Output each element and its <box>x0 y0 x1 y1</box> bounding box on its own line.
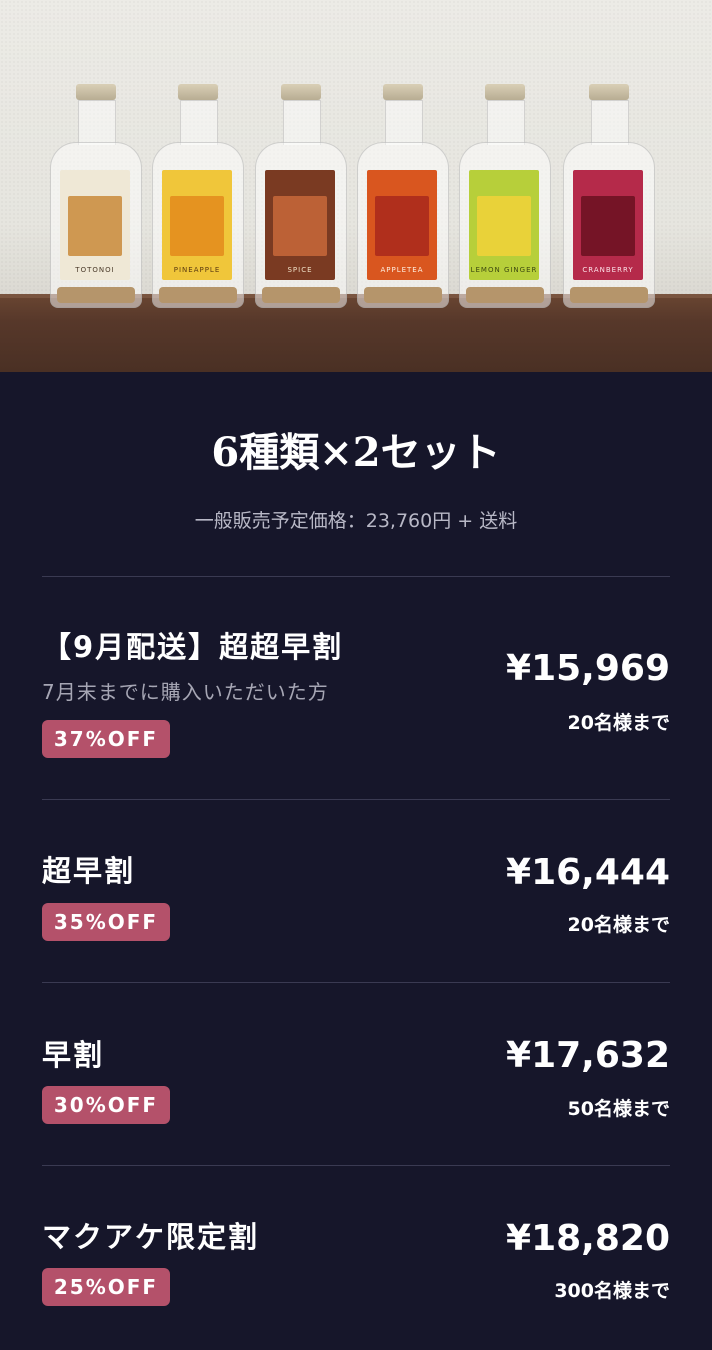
plan-quantity-limit: 20名様まで <box>567 712 670 734</box>
discount-badge: 35%OFF <box>42 903 170 941</box>
bottle-spice: SPICE <box>255 84 347 308</box>
plan-price: ¥17,632 <box>506 1035 670 1076</box>
bottle-label: LEMON GINGER <box>469 170 539 280</box>
bottle-neck <box>283 100 321 145</box>
bottle-neck <box>180 100 218 145</box>
product-photo: TOTONOI PINEAPPLE SPICE APPLETEA LEMON G… <box>0 0 712 372</box>
divider <box>42 1165 670 1166</box>
label-illustration <box>170 196 224 256</box>
bottle-cap <box>589 84 629 100</box>
plan-name: 【9月配送】超超早割 <box>42 630 344 664</box>
bottle-label: CRANBERRY <box>573 170 643 280</box>
set-title: 6種類×2セット <box>211 429 501 476</box>
plan-price: ¥15,969 <box>506 648 670 689</box>
bottle-label-text: PINEAPPLE <box>173 266 221 274</box>
plan-quantity-limit: 50名様まで <box>567 1098 670 1120</box>
plan-price: ¥18,820 <box>506 1218 670 1259</box>
divider <box>42 799 670 800</box>
bottle-label-text: TOTONOI <box>75 266 115 274</box>
bottle-cap <box>383 84 423 100</box>
bottle-cap <box>76 84 116 100</box>
bottle-contents <box>570 287 648 303</box>
plan-price: ¥16,444 <box>506 852 670 893</box>
bottle-totonoi: TOTONOI <box>50 84 142 308</box>
divider <box>42 982 670 983</box>
label-illustration <box>273 196 327 256</box>
plan-name: 超早割 <box>42 854 136 888</box>
bottle-cap <box>281 84 321 100</box>
plan-name: マクアケ限定割 <box>42 1220 260 1254</box>
bottle-cap <box>485 84 525 100</box>
label-illustration <box>68 196 122 256</box>
bottle-neck <box>591 100 629 145</box>
bottle-lemon-ginger: LEMON GINGER <box>459 84 551 308</box>
bottle-neck <box>385 100 423 145</box>
bottle-contents <box>262 287 340 303</box>
label-illustration <box>375 196 429 256</box>
plan-condition: 7月末までに購入いただいた方 <box>42 680 329 704</box>
bottle-label-text: CRANBERRY <box>582 266 634 274</box>
bottle-cap <box>178 84 218 100</box>
divider <box>42 576 670 577</box>
bottle-pineapple: PINEAPPLE <box>152 84 244 308</box>
bottle-contents <box>159 287 237 303</box>
label-illustration <box>477 196 531 256</box>
bottle-label: APPLETEA <box>367 170 437 280</box>
bottle-label-text: SPICE <box>287 266 313 274</box>
bottle-label-text: APPLETEA <box>380 266 424 274</box>
label-illustration <box>581 196 635 256</box>
bottle-appletea: APPLETEA <box>357 84 449 308</box>
regular-price-note: 一般販売予定価格：23,760円 + 送料 <box>194 510 518 532</box>
bottle-label: TOTONOI <box>60 170 130 280</box>
discount-badge: 37%OFF <box>42 720 170 758</box>
bottle-contents <box>57 287 135 303</box>
bottle-label: SPICE <box>265 170 335 280</box>
bottle-neck <box>78 100 116 145</box>
bottle-neck <box>487 100 525 145</box>
bottle-contents <box>466 287 544 303</box>
plan-name: 早割 <box>42 1038 105 1072</box>
bottle-contents <box>364 287 442 303</box>
plan-quantity-limit: 300名様まで <box>554 1280 670 1302</box>
plan-quantity-limit: 20名様まで <box>567 914 670 936</box>
bottle-label: PINEAPPLE <box>162 170 232 280</box>
discount-badge: 25%OFF <box>42 1268 170 1306</box>
discount-badge: 30%OFF <box>42 1086 170 1124</box>
bottle-label-text: LEMON GINGER <box>470 266 538 274</box>
bottle-cranberry: CRANBERRY <box>563 84 655 308</box>
